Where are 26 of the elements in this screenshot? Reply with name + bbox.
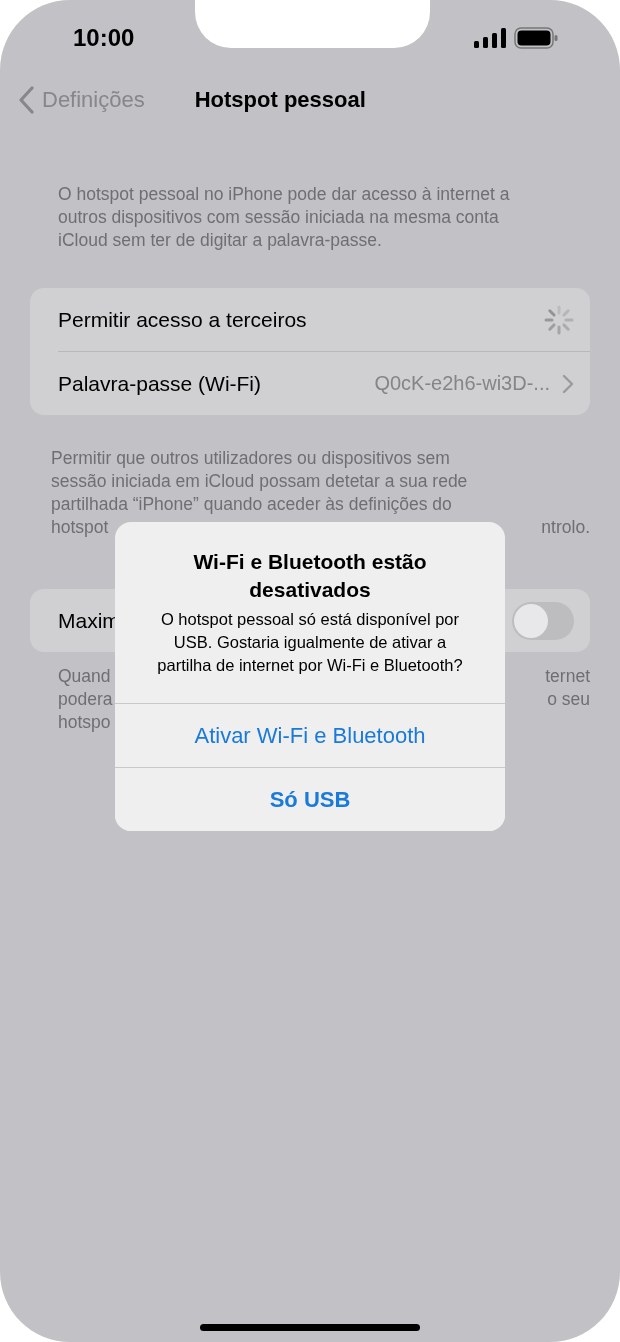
- intro-text: O hotspot pessoal no iPhone pode dar acesso à internet a outros dispositivos com sessão iniciada na mesma conta iCloud sem ter de digitar a palavra-passe.: [58, 183, 511, 252]
- footer-text: hotspot: [51, 516, 109, 539]
- setting-label: Palavra-passe (Wi-Fi): [58, 371, 262, 396]
- toggle-switch[interactable]: [512, 601, 574, 640]
- alert-message: O hotspot pessoal só está disponível por USB. Gostaria igualmente de ativar a partilha de internet por Wi-Fi e Bluetooth?: [156, 609, 464, 676]
- setting-label: Permitir acesso a terceiros: [58, 307, 307, 332]
- footer-text: Permitir que outros utilizadores ou dispositivos sem: [51, 447, 450, 470]
- footer-text: podera: [58, 688, 113, 711]
- alert-button[interactable]: Só USB: [115, 767, 505, 831]
- status-time: 10:00: [73, 23, 135, 52]
- back-button[interactable]: Definições: [18, 86, 145, 114]
- footer-text: sessão iniciada em iCloud possam detetar a sua rede: [51, 470, 468, 493]
- alert-title: Wi-Fi e Bluetooth estão desativados: [192, 549, 428, 603]
- chevron-left-icon: [18, 86, 34, 114]
- footer-text: hotspo: [58, 711, 111, 734]
- footer-text: partilhada “iPhone” quando aceder às definições do: [51, 493, 452, 516]
- footer-text: ntrolo.: [541, 516, 590, 539]
- footer-text: o seu: [547, 688, 590, 711]
- page-title: Hotspot pessoal: [194, 87, 366, 113]
- chevron-right-icon: [562, 373, 574, 394]
- setting-value: Q0cK-e2h6-wi3D-...: [374, 372, 550, 395]
- footer-text: Quand: [58, 665, 111, 688]
- footer-text: ternet: [545, 665, 590, 688]
- spinner-icon: [544, 304, 574, 335]
- battery-icon: [514, 26, 558, 49]
- signal-icon: [474, 27, 506, 48]
